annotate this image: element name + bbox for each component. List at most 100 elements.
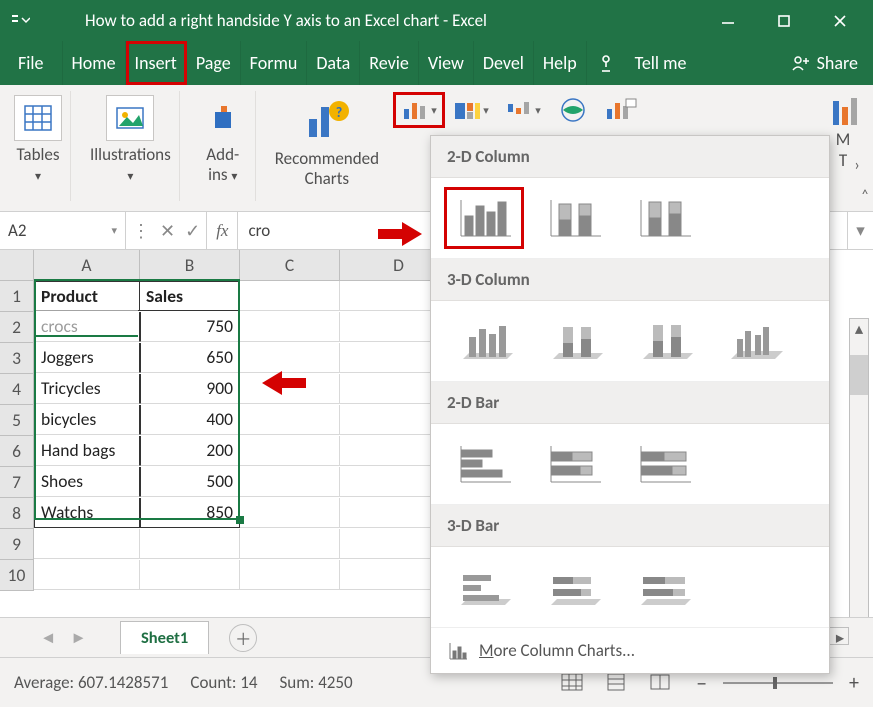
tab-file[interactable]: File	[0, 41, 63, 85]
view-page-layout-icon[interactable]	[604, 672, 630, 694]
section-3d-column: 3-D Column	[431, 259, 829, 301]
maps-button[interactable]	[552, 95, 594, 125]
row-header-8[interactable]: 8	[0, 498, 34, 529]
select-all-corner[interactable]	[0, 250, 34, 281]
name-box[interactable]: A2 ▾	[0, 212, 126, 249]
selection-fill-handle[interactable]	[236, 516, 244, 524]
tab-help[interactable]: Help	[534, 41, 587, 85]
cell-B7[interactable]: 500	[140, 467, 240, 497]
tab-review[interactable]: Revie	[360, 41, 419, 85]
chart-3d-column[interactable]	[717, 313, 791, 369]
cell-C2[interactable]	[240, 312, 340, 342]
sheet-tab-sheet1[interactable]: Sheet1	[120, 621, 209, 654]
vertical-scroll-thumb[interactable]	[850, 355, 868, 395]
zoom-slider-thumb[interactable]	[773, 677, 777, 689]
row-header-6[interactable]: 6	[0, 436, 34, 467]
waterfall-chart-button[interactable]: ▾	[500, 95, 546, 125]
tab-developer[interactable]: Devel	[474, 41, 534, 85]
window-minimize-button[interactable]	[719, 12, 737, 30]
fx-icon[interactable]: fx	[207, 212, 238, 249]
formula-options-icon[interactable]: ⋮	[132, 220, 150, 242]
cell-B3[interactable]: 650	[140, 343, 240, 373]
cell-A8[interactable]: Watchs	[34, 498, 140, 528]
row-header-9[interactable]: 9	[0, 529, 34, 560]
section-2d-bar: 2-D Bar	[431, 382, 829, 424]
hierarchy-chart-button[interactable]: ▾	[448, 95, 494, 125]
cell-A3[interactable]: Joggers	[34, 343, 140, 373]
cell-A7[interactable]: Shoes	[34, 467, 140, 497]
row-header-2[interactable]: 2	[0, 312, 34, 343]
tellme-icon[interactable]	[587, 41, 620, 85]
row-header-4[interactable]: 4	[0, 374, 34, 405]
chart-3d-100pct-stacked-column[interactable]	[627, 313, 701, 369]
ribbon-chart-buttons: ▾ ▾ ▾	[396, 91, 642, 125]
ribbon-scroll-right[interactable]: ›	[845, 153, 869, 177]
ribbon-group-tables[interactable]: Tables▾	[6, 91, 71, 201]
tab-home[interactable]: Home	[63, 41, 126, 85]
name-box-dropdown-icon[interactable]: ▾	[111, 224, 117, 237]
tab-view[interactable]: View	[419, 41, 474, 85]
pivotchart-button[interactable]	[600, 95, 642, 125]
zoom-slider[interactable]	[723, 682, 833, 684]
ribbon-group-addins[interactable]: Add- ins ▾	[191, 91, 256, 201]
zoom-in-button[interactable]: +	[849, 671, 859, 695]
vertical-scrollbar[interactable]: ▴	[849, 318, 869, 618]
chart-3d-clustered-column[interactable]	[447, 313, 521, 369]
cell-B1[interactable]: Sales	[140, 281, 240, 311]
tab-data[interactable]: Data	[307, 41, 360, 85]
col-header-A[interactable]: A	[34, 250, 140, 281]
chart-stacked-bar[interactable]	[537, 436, 611, 492]
column-chart-button[interactable]: ▾	[396, 95, 442, 125]
title-bar: How to add a right handside Y axis to an…	[0, 0, 873, 41]
chart-3d-stacked-column[interactable]	[537, 313, 611, 369]
row-header-3[interactable]: 3	[0, 343, 34, 374]
chart-100pct-stacked-bar[interactable]	[627, 436, 701, 492]
cell-A2[interactable]: crocs	[34, 312, 140, 342]
cancel-formula-icon[interactable]: ✕	[160, 220, 175, 242]
formula-bar-expand-icon[interactable]: ▾	[847, 212, 873, 249]
ribbon-group-illustrations[interactable]: Illustrations▾	[82, 91, 180, 201]
share-button[interactable]: Share	[774, 41, 873, 85]
chart-clustered-column[interactable]	[447, 190, 521, 246]
col-header-B[interactable]: B	[140, 250, 240, 281]
view-normal-icon[interactable]	[560, 672, 586, 694]
new-sheet-button[interactable]: ＋	[229, 624, 257, 652]
col-header-C[interactable]: C	[240, 250, 340, 281]
cell-B4[interactable]: 900	[140, 374, 240, 404]
ribbon-group-recommended-charts[interactable]: ? Recommended Charts	[267, 91, 387, 201]
cell-B2[interactable]: 750	[140, 312, 240, 342]
chart-stacked-column[interactable]	[537, 190, 611, 246]
cell-A6[interactable]: Hand bags	[34, 436, 140, 466]
row-header-7[interactable]: 7	[0, 467, 34, 498]
cell-C1[interactable]	[240, 281, 340, 311]
view-page-break-icon[interactable]	[648, 672, 674, 694]
cell-A4[interactable]: Tricycles	[34, 374, 140, 404]
chart-100pct-stacked-column[interactable]	[627, 190, 701, 246]
cell-A1[interactable]: Product	[34, 281, 140, 311]
cell-B8[interactable]: 850	[140, 498, 240, 528]
annotation-arrow-chart	[378, 222, 424, 246]
chart-clustered-bar[interactable]	[447, 436, 521, 492]
more-column-charts[interactable]: More Column Charts...	[431, 628, 829, 673]
row-header-10[interactable]: 10	[0, 560, 34, 591]
window-maximize-button[interactable]	[775, 12, 793, 30]
sheet-nav-next[interactable]: ►	[70, 628, 86, 648]
chart-3d-stacked-bar[interactable]	[537, 559, 611, 615]
window-close-button[interactable]	[831, 12, 849, 30]
row-header-5[interactable]: 5	[0, 405, 34, 436]
cell-A5[interactable]: bicycles	[34, 405, 140, 435]
qat-customize-icon[interactable]	[10, 14, 50, 28]
row-header-1[interactable]: 1	[0, 281, 34, 312]
tab-page-layout[interactable]: Page	[187, 41, 241, 85]
tell-me-input[interactable]: Tell me	[620, 41, 774, 85]
tab-formulas[interactable]: Formu	[241, 41, 308, 85]
cell-B5[interactable]: 400	[140, 405, 240, 435]
tab-insert[interactable]: Insert	[126, 41, 187, 85]
section-2d-column: 2-D Column	[431, 136, 829, 178]
cell-B6[interactable]: 200	[140, 436, 240, 466]
chart-3d-100pct-stacked-bar[interactable]	[627, 559, 701, 615]
enter-formula-icon[interactable]: ✓	[185, 220, 200, 242]
chart-3d-clustered-bar[interactable]	[447, 559, 521, 615]
ribbon-collapse-button[interactable]: ˄	[861, 187, 869, 205]
sheet-nav-prev[interactable]: ◄	[40, 628, 56, 648]
